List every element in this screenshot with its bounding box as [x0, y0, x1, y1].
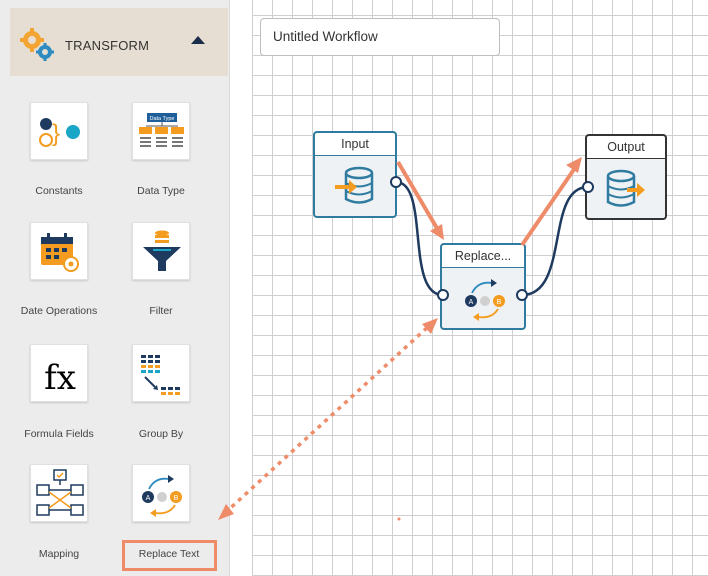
tile-label-group-by: Group By — [138, 428, 184, 440]
svg-text:}: } — [52, 120, 60, 147]
workflow-name-field[interactable]: Untitled Workflow — [260, 18, 500, 56]
svg-text:B: B — [174, 495, 179, 502]
tile-label-data-type: Data Type — [137, 185, 185, 197]
constants-tool[interactable]: } — [30, 102, 88, 160]
svg-text:A: A — [146, 495, 151, 502]
tile-label-constants: Constants — [35, 185, 83, 197]
tile-label-mapping: Mapping — [38, 548, 80, 560]
input-node[interactable]: Input — [313, 131, 397, 218]
fx-glyph: fx — [44, 358, 76, 398]
data-type-icon: Data Type — [139, 113, 184, 147]
tile-label-filter: Filter — [149, 305, 173, 317]
mapping-tool[interactable] — [30, 464, 88, 522]
collapse-up-icon[interactable] — [190, 34, 206, 46]
replace-text-icon: A B — [142, 475, 182, 517]
database-input-icon — [335, 166, 374, 204]
constants-icon: } — [39, 118, 80, 147]
output-node[interactable]: Output — [585, 134, 667, 220]
svg-text:B: B — [497, 299, 502, 306]
date-operations-tool[interactable] — [30, 222, 88, 280]
replace-text-icon: A B — [465, 279, 505, 321]
date-operations-icon — [41, 233, 79, 272]
mapping-icon — [36, 469, 84, 516]
transform-sidebar: TRANSFORM } Constants Data Type Data Typ… — [0, 0, 230, 576]
tile-label-date-operations: Date Operations — [20, 305, 98, 317]
group-by-tool[interactable] — [132, 344, 190, 402]
filter-icon — [143, 230, 181, 271]
replace-text-highlight — [122, 540, 217, 571]
input-node-title: Input — [315, 133, 395, 156]
tile-label-formula-fields: Formula Fields — [24, 428, 94, 440]
replace-text-tool[interactable]: A B — [132, 464, 190, 522]
formula-fields-icon: fx — [44, 358, 76, 398]
formula-fields-tool[interactable]: fx — [30, 344, 88, 402]
transform-section-header[interactable]: TRANSFORM — [10, 8, 228, 76]
data-type-tool[interactable]: Data Type — [132, 102, 190, 160]
data-type-icon-text: Data Type — [150, 116, 175, 122]
gears-icon — [20, 28, 54, 61]
output-node-title: Output — [587, 136, 665, 159]
replace-node-title: Replace... — [442, 245, 524, 268]
filter-tool[interactable] — [132, 222, 190, 280]
database-output-icon — [606, 169, 645, 207]
replace-text-node[interactable]: Replace... A B — [440, 243, 526, 330]
group-by-icon — [141, 355, 180, 395]
svg-text:A: A — [469, 299, 474, 306]
section-title: TRANSFORM — [65, 38, 150, 53]
